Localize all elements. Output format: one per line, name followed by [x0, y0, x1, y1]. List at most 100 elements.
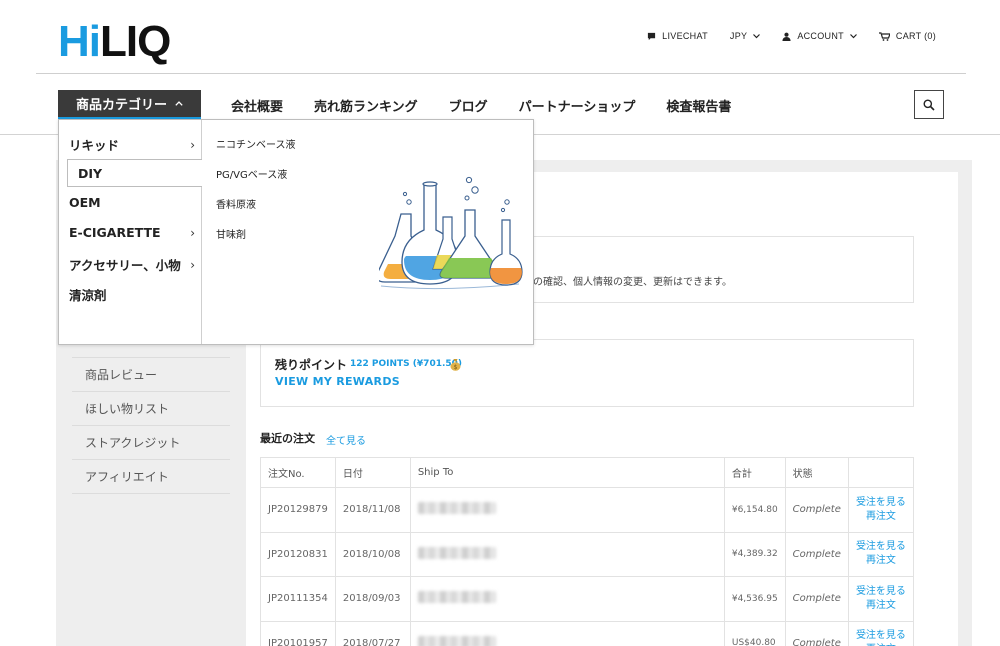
subcategory-item-flavor-concentrate[interactable]: 香料原液	[216, 196, 256, 211]
logo-liq: LIQ	[100, 17, 171, 66]
nav-item-partner-shop[interactable]: パートナーショップ	[519, 96, 636, 115]
order-total: US$40.80	[723, 620, 786, 646]
redacted-address	[417, 502, 496, 515]
ship-to	[409, 620, 725, 646]
ship-to	[409, 487, 725, 533]
category-label: アクセサリー、小物	[69, 258, 181, 273]
redacted-address	[417, 635, 496, 646]
orders-table: 注文No. 日付 Ship To 合計 状態 JP20129879 2018/1…	[260, 457, 915, 646]
nav-item-blog[interactable]: ブログ	[449, 96, 488, 115]
view-order-link[interactable]: 受注を見る	[856, 585, 906, 599]
col-header-total: 合計	[723, 457, 786, 488]
currency-selector[interactable]: JPY	[729, 31, 761, 41]
chevron-right-icon: ›	[190, 257, 195, 272]
user-icon	[782, 32, 791, 41]
col-header-status: 状態	[784, 457, 849, 488]
cart-link[interactable]: CART (0)	[878, 31, 936, 41]
livechat-link[interactable]: LIVECHAT	[647, 31, 708, 41]
nav-item-ranking[interactable]: 売れ筋ランキング	[314, 96, 418, 115]
cart-label: CART (0)	[895, 31, 936, 41]
category-list: リキッド › DIY OEM E-CIGARETTE › アクセサリー、小物 ›…	[59, 120, 202, 344]
order-no: JP20101957	[260, 620, 336, 646]
sidebar-item-affiliate[interactable]: アフィリエイト	[72, 460, 230, 494]
view-order-link[interactable]: 受注を見る	[856, 540, 906, 554]
page: HiLIQ LIVECHAT JPY ACCOUNT CART (0) 商品カテ…	[0, 0, 1000, 646]
sidebar-item-reviews[interactable]: 商品レビュー	[72, 358, 230, 392]
order-actions: 受注を見る再注文	[847, 620, 915, 646]
search-icon	[923, 99, 935, 111]
order-status: Complete	[784, 620, 849, 646]
category-item-diy[interactable]: DIY	[67, 159, 202, 187]
view-all-orders-link[interactable]: 全て見る	[326, 432, 366, 447]
category-menu-button[interactable]: 商品カテゴリー	[58, 90, 201, 119]
table-row: JP20120831 2018/10/08 ¥4,389.32 Complete…	[260, 531, 915, 577]
sidebar-item-store-credit[interactable]: ストアクレジット	[72, 426, 230, 460]
utility-bar: LIVECHAT JPY ACCOUNT CART (0)	[647, 31, 936, 41]
chat-bubble-icon	[648, 32, 656, 40]
order-no: JP20120831	[260, 531, 336, 577]
category-item-liquid[interactable]: リキッド ›	[69, 135, 195, 154]
view-order-link[interactable]: 受注を見る	[856, 629, 906, 643]
logo-hi: Hi	[58, 17, 101, 66]
chevron-down-icon	[849, 33, 857, 38]
order-no: JP20129879	[260, 487, 336, 533]
sidebar-item-wishlist[interactable]: ほしい物リスト	[72, 392, 230, 426]
order-status: Complete	[784, 531, 849, 577]
order-actions: 受注を見る再注文	[847, 487, 915, 533]
account-label: ACCOUNT	[797, 31, 844, 41]
order-status: Complete	[784, 487, 849, 533]
account-info-text: の確認、個人情報の変更、更新はできます。	[533, 277, 732, 288]
category-label: 清涼剤	[69, 288, 107, 303]
category-label: リキッド	[69, 138, 120, 153]
reorder-link[interactable]: 再注文	[856, 510, 906, 524]
category-item-oem[interactable]: OEM	[69, 195, 195, 210]
points-value: 122 POINTS (¥701.50)	[350, 359, 463, 369]
lab-flasks-illustration	[379, 176, 523, 290]
money-bag-icon: $	[450, 359, 461, 371]
col-header-ship-to: Ship To	[409, 457, 725, 488]
category-item-coolant[interactable]: 清涼剤	[69, 285, 195, 304]
redacted-address	[417, 546, 496, 559]
subcategory-item-nicotine-base[interactable]: ニコチンベース液	[216, 136, 296, 151]
cart-icon	[878, 31, 890, 41]
ship-to	[409, 531, 725, 577]
nav-item-inspection-report[interactable]: 検査報告書	[666, 96, 731, 115]
ship-to	[409, 576, 725, 622]
col-header-actions	[847, 457, 915, 488]
table-row: JP20111354 2018/09/03 ¥4,536.95 Complete…	[260, 576, 915, 622]
category-dropdown: リキッド › DIY OEM E-CIGARETTE › アクセサリー、小物 ›…	[58, 119, 534, 345]
chevron-down-icon	[753, 33, 761, 38]
category-label: DIY	[78, 165, 103, 181]
points-box	[260, 339, 914, 407]
account-menu[interactable]: ACCOUNT	[782, 31, 857, 41]
header-divider	[36, 73, 966, 74]
order-date: 2018/09/03	[334, 576, 411, 622]
category-item-e-cigarette[interactable]: E-CIGARETTE ›	[69, 225, 195, 240]
category-item-accessories[interactable]: アクセサリー、小物 ›	[69, 255, 195, 274]
svg-text:$: $	[454, 364, 458, 371]
site-logo[interactable]: HiLIQ	[58, 17, 171, 66]
reorder-link[interactable]: 再注文	[856, 554, 906, 568]
subcategory-item-pg-vg-base[interactable]: PG/VGベース液	[216, 166, 287, 181]
order-actions: 受注を見る再注文	[847, 576, 915, 622]
view-order-link[interactable]: 受注を見る	[856, 496, 906, 510]
table-row: JP20129879 2018/11/08 ¥6,154.80 Complete…	[260, 487, 915, 533]
reorder-link[interactable]: 再注文	[856, 599, 906, 613]
view-rewards-link[interactable]: VIEW MY REWARDS	[275, 375, 400, 388]
order-status: Complete	[784, 576, 849, 622]
main-nav: 会社概要 売れ筋ランキング ブログ パートナーショップ 検査報告書	[231, 96, 762, 115]
category-label: OEM	[69, 195, 101, 210]
order-date: 2018/11/08	[334, 487, 411, 533]
redacted-address	[417, 591, 496, 604]
col-header-date: 日付	[334, 457, 411, 488]
currency-label: JPY	[729, 31, 748, 41]
category-menu-label: 商品カテゴリー	[75, 98, 167, 113]
order-total: ¥6,154.80	[723, 487, 786, 533]
search-button[interactable]	[914, 90, 944, 119]
chevron-right-icon: ›	[190, 137, 195, 152]
col-header-order-no: 注文No.	[260, 457, 336, 488]
orders-header-row: 注文No. 日付 Ship To 合計 状態	[260, 457, 915, 488]
subcategory-item-sweetener[interactable]: 甘味剤	[216, 226, 246, 241]
chevron-up-icon	[175, 101, 183, 106]
nav-item-company[interactable]: 会社概要	[231, 96, 283, 115]
